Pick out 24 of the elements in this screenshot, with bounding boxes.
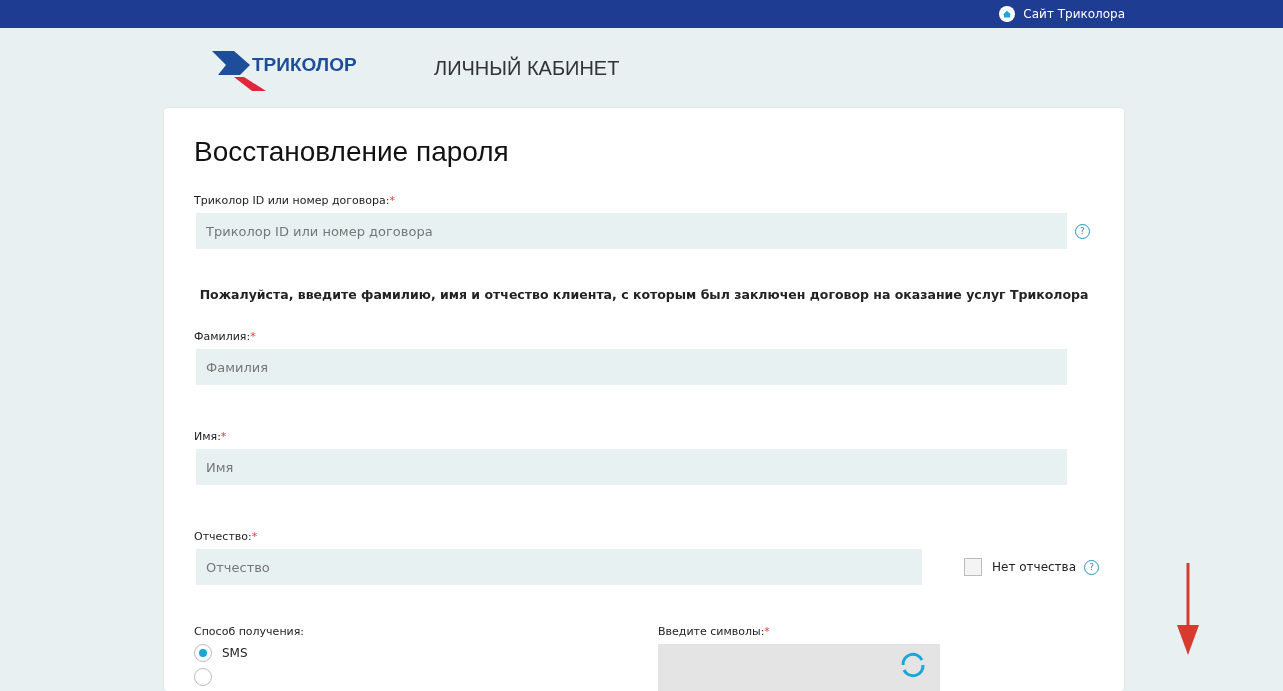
radio-label: SMS [222,646,248,660]
site-link[interactable]: Сайт Триколора [999,6,1125,22]
required-mark: * [220,430,227,443]
required-mark: * [250,330,256,343]
logo-text: ТРИКОЛОР [252,54,357,76]
field-label: Отчество: [194,530,252,543]
input-field[interactable]: Отчество [196,549,922,585]
notice-text: Пожалуйста, введите фамилию, имя и отчество клиента, с которым был заключен договор на оказание услуг Триколора [198,287,1090,302]
input-field[interactable]: Имя [196,449,1067,485]
required-mark: * [389,194,395,207]
checkbox-label: Нет отчества [992,560,1077,574]
page-title: Восстановление пароля [194,136,510,168]
field-label: Введите символы: [658,625,765,638]
field-label: Триколор ID или номер договора: [194,194,390,207]
section-title: ЛИЧНЫЙ КАБИНЕТ [434,56,620,80]
required-mark: * [251,530,258,543]
field-label: Способ получения: [194,625,305,638]
required-mark: * [764,625,770,638]
checkbox[interactable] [964,558,982,576]
home-icon [999,6,1016,22]
input-field[interactable]: Фамилия [196,349,1067,385]
field-label: Имя: [194,430,221,443]
input-field[interactable]: Триколор ID или номер договора [196,213,1067,249]
field-label: Фамилия: [194,330,251,343]
